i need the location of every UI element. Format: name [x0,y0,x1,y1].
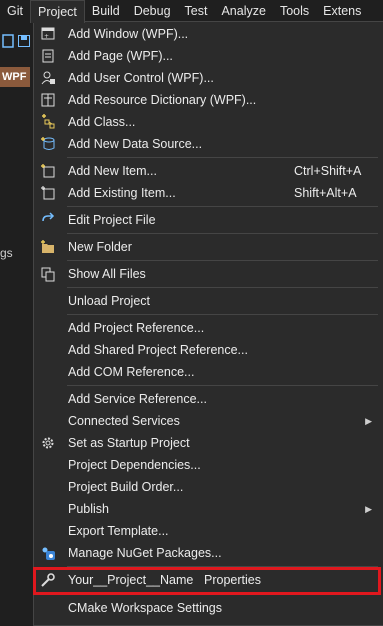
menu-item-unload-project[interactable]: Unload Project [34,290,382,312]
add-resource-dictionary-icon [40,92,56,108]
add-window-icon: + [40,26,56,42]
edit-project-file-icon [40,212,56,228]
menu-item-add-service-reference[interactable]: Add Service Reference... [34,388,382,410]
menu-item-show-all-files[interactable]: Show All Files [34,263,382,285]
submenu-arrow-icon: ▶ [365,504,372,514]
project-menu-dropdown: + Add Window (WPF)... Add Page (WPF)... … [33,21,383,626]
menu-item-add-resource-dictionary[interactable]: Add Resource Dictionary (WPF)... [34,89,382,111]
menu-item-add-new-item[interactable]: Add New Item... Ctrl+Shift+A [34,160,382,182]
add-page-icon [40,48,56,64]
menu-item-project-build-order[interactable]: Project Build Order... [34,476,382,498]
submenu-arrow-icon: ▶ [365,416,372,426]
nuget-icon [40,545,56,561]
menu-item-cmake-workspace-settings[interactable]: CMake Workspace Settings [34,597,382,619]
menu-item-add-page[interactable]: Add Page (WPF)... [34,45,382,67]
highlight-box [33,567,381,595]
ide-background [0,22,34,626]
menu-build[interactable]: Build [85,0,127,22]
menu-item-add-data-source[interactable]: Add New Data Source... [34,133,382,155]
menu-separator [67,385,378,386]
menu-item-add-project-reference[interactable]: Add Project Reference... [34,317,382,339]
menu-item-add-existing-item[interactable]: Add Existing Item... Shift+Alt+A [34,182,382,204]
menu-item-publish[interactable]: Publish ▶ [34,498,382,520]
menu-item-edit-project-file[interactable]: Edit Project File [34,209,382,231]
menu-test[interactable]: Test [178,0,215,22]
menu-separator [67,260,378,261]
menu-analyze[interactable]: Analyze [214,0,272,22]
menu-separator [67,314,378,315]
menu-item-add-shared-project-reference[interactable]: Add Shared Project Reference... [34,339,382,361]
show-all-files-icon [40,266,56,282]
menu-item-connected-services[interactable]: Connected Services ▶ [34,410,382,432]
menu-bar: Git Project Build Debug Test Analyze Too… [0,0,383,23]
menu-item-project-dependencies[interactable]: Project Dependencies... [34,454,382,476]
menu-separator [67,287,378,288]
svg-text:+: + [44,33,49,40]
new-folder-icon [40,239,56,255]
gear-icon [40,435,56,451]
menu-extensions[interactable]: Extens [316,0,368,22]
menu-separator [67,157,378,158]
menu-item-new-folder[interactable]: New Folder [34,236,382,258]
save-icon[interactable] [18,35,30,47]
menu-git[interactable]: Git [0,0,30,22]
menu-project[interactable]: Project [29,0,85,23]
menu-separator [67,233,378,234]
menu-item-add-class[interactable]: Add Class... [34,111,382,133]
menu-item-set-startup-project[interactable]: Set as Startup Project [34,432,382,454]
menu-debug[interactable]: Debug [127,0,178,22]
menu-separator [67,206,378,207]
add-user-control-icon [40,70,56,86]
menu-item-add-window[interactable]: + Add Window (WPF)... [34,23,382,45]
add-data-source-icon [40,136,56,152]
add-new-item-icon [40,163,56,179]
menu-item-manage-nuget-packages[interactable]: Manage NuGet Packages... [34,542,382,564]
menu-tools[interactable]: Tools [273,0,316,22]
menu-item-add-user-control[interactable]: Add User Control (WPF)... [34,67,382,89]
document-tab-wpf[interactable]: WPF [0,67,30,87]
add-existing-item-icon [40,185,56,201]
menu-item-add-com-reference[interactable]: Add COM Reference... [34,361,382,383]
copy-icon[interactable] [2,34,14,48]
add-class-icon [40,114,56,130]
side-panel-text: gs [0,246,13,260]
menu-item-export-template[interactable]: Export Template... [34,520,382,542]
